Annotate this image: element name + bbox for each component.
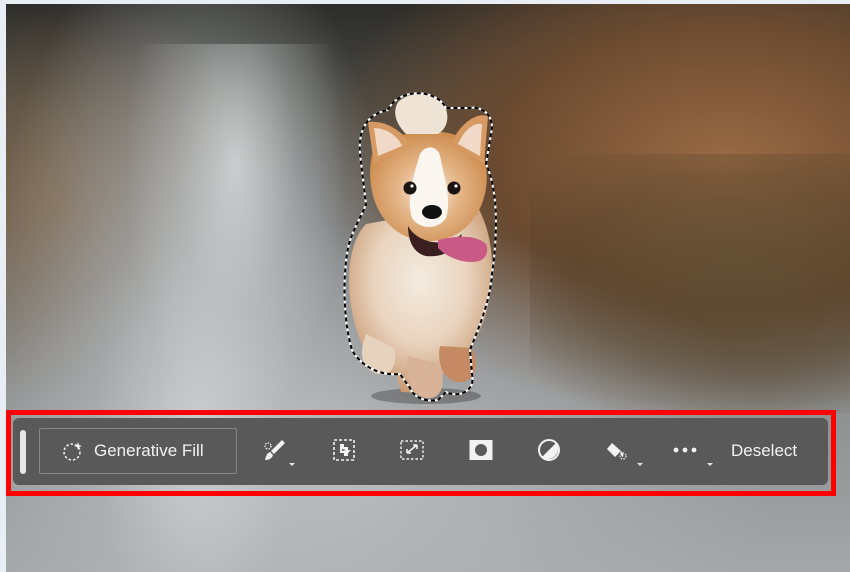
generative-fill-label: Generative Fill (94, 441, 204, 460)
dog-right-eye-glint (454, 184, 458, 188)
modify-selection-brush-button[interactable] (257, 430, 295, 470)
dog-left-eye (403, 181, 417, 195)
more-options-icon (672, 445, 698, 455)
dog-right-eye (447, 181, 461, 195)
more-options-dropdown-caret[interactable] (707, 463, 713, 466)
adjustment-circle-icon (536, 437, 562, 463)
transform-selection-button[interactable] (394, 430, 430, 470)
deselect-button[interactable]: Deselect (731, 428, 797, 474)
photoshop-workspace: Generative Fill Deselect (0, 0, 850, 572)
fill-selection-button[interactable] (599, 430, 643, 470)
taskbar-drag-handle[interactable] (20, 430, 26, 474)
transform-selection-icon (398, 437, 426, 463)
generative-fill-sparkle-icon (62, 440, 84, 462)
dog-left-eye-glint (410, 184, 414, 188)
generative-fill-button[interactable]: Generative Fill (39, 428, 237, 474)
select-subject-icon (331, 437, 357, 463)
create-mask-button[interactable] (463, 430, 499, 470)
adjustment-layer-button[interactable] (531, 430, 567, 470)
contextual-task-bar: Generative Fill Deselect (13, 418, 828, 485)
more-options-button[interactable] (667, 430, 713, 470)
select-subject-button[interactable] (326, 430, 362, 470)
deselect-label: Deselect (731, 441, 798, 460)
brush-dropdown-caret[interactable] (289, 463, 295, 466)
brush-icon (262, 437, 288, 463)
dog-nose (422, 205, 442, 219)
paint-bucket-icon (604, 437, 630, 463)
mask-icon (468, 438, 494, 462)
fill-dropdown-caret[interactable] (637, 463, 643, 466)
